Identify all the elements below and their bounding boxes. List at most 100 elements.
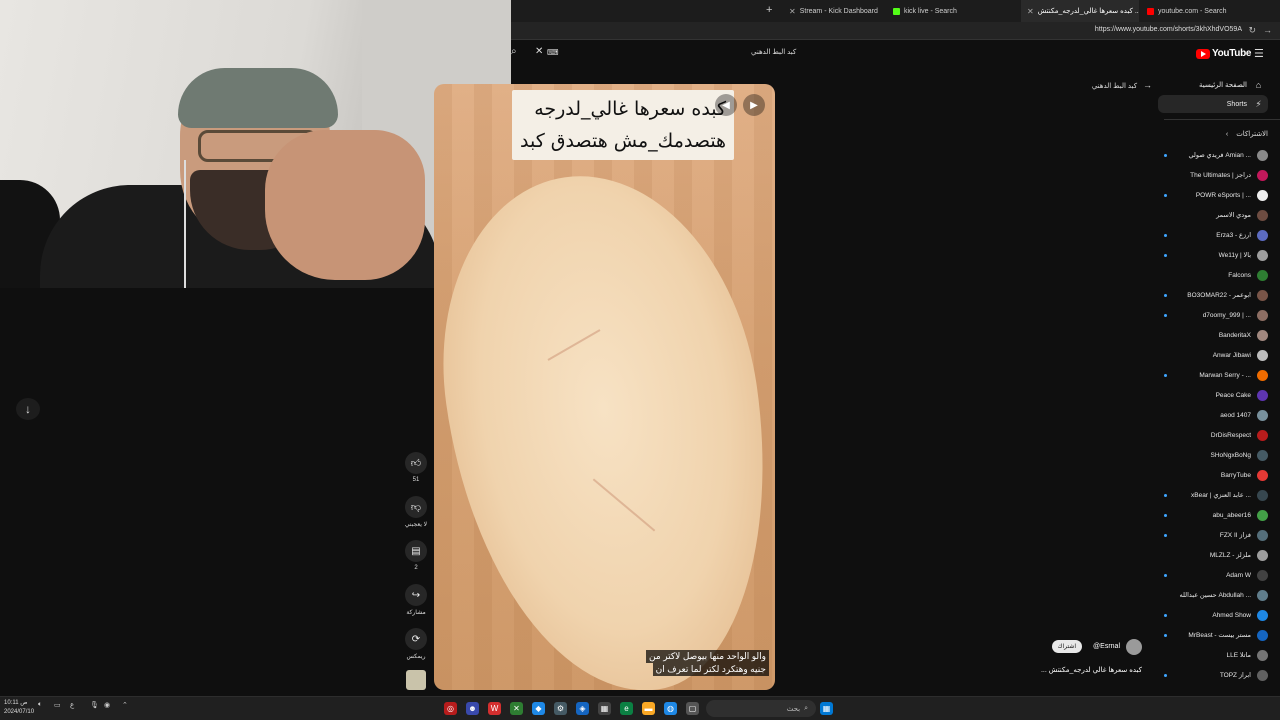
address-bar[interactable]: https://www.youtube.com/shorts/3khXhdVO5… xyxy=(511,22,1280,40)
subscription-item[interactable]: BanderitaX xyxy=(1160,328,1268,342)
subscription-item[interactable]: Anwar Jibawi xyxy=(1160,348,1268,362)
app-icon-chrome[interactable]: ◍ xyxy=(664,702,677,715)
sound-thumbnail[interactable] xyxy=(401,670,431,690)
tab-kick-dashboard[interactable]: ✕ Stream - Kick Dashboard xyxy=(783,0,884,22)
video-title[interactable]: كبده سعرها غالي لدرجه_مكنتش ... xyxy=(1041,666,1142,674)
subscription-item[interactable]: POWR eSports | ... xyxy=(1160,188,1268,202)
forward-icon[interactable]: → xyxy=(1263,25,1272,35)
app-icon-winrar[interactable]: W xyxy=(488,702,501,715)
caption-line-2: هتصدمك_مش هتصدق كبد xyxy=(520,130,727,152)
language-icon[interactable]: ع xyxy=(70,701,74,709)
channel-avatar-icon xyxy=(1257,529,1268,541)
subscription-item[interactable]: BarryTube xyxy=(1160,468,1268,482)
channel-avatar-icon xyxy=(1257,309,1268,321)
subscription-item[interactable]: aeod 1407 xyxy=(1160,408,1268,422)
sidebar-item-shorts[interactable]: Shorts ⚡ xyxy=(1158,95,1268,113)
remix-icon[interactable]: ⟳ xyxy=(405,628,427,650)
subscription-item[interactable]: LLE ماتلا xyxy=(1160,648,1268,662)
subscription-label: BO3OMAR22 - ابوعمر xyxy=(1187,292,1251,299)
app-icon-discord[interactable]: ☻ xyxy=(466,702,479,715)
subscription-item[interactable]: abu_abeer16 xyxy=(1160,508,1268,522)
keyboard-icon[interactable]: ⌨ xyxy=(547,48,559,57)
tab-close-icon[interactable]: ✕ xyxy=(1027,7,1034,16)
subscription-item[interactable]: MrBeast - مستر بيست xyxy=(1160,628,1268,642)
subscription-item[interactable]: فريدي صولي Amian ... xyxy=(1160,148,1268,162)
subscription-item[interactable]: The Ultimates | دراجز xyxy=(1160,168,1268,182)
live-dot-icon xyxy=(1164,613,1167,617)
remix-button[interactable]: ⟳ ريمكس xyxy=(401,628,431,660)
app-icon-shield[interactable]: ◆ xyxy=(532,702,545,715)
app-icon-store[interactable]: ▦ xyxy=(598,702,611,715)
short-video-player[interactable]: كبده سعرها غالي_لدرجه هتصدمك_مش هتصدق كب… xyxy=(434,84,775,690)
play-icon[interactable]: ▶ xyxy=(743,94,765,116)
tab-youtube-short[interactable]: ✕ كبده سعرها غالي_لدرجه_مكنتش ... xyxy=(1021,0,1139,22)
subscribe-button[interactable]: اشتراك xyxy=(1051,640,1082,653)
subscription-item[interactable]: d7oomy_999 | ... xyxy=(1160,308,1268,322)
subscription-label: FZX II فزاز xyxy=(1219,532,1251,539)
tab-kick-search[interactable]: kick live - Search xyxy=(887,0,963,22)
sidebar-item-home[interactable]: الصفحة الرئيسية ⌂ xyxy=(1158,76,1268,94)
new-tab-icon[interactable]: + xyxy=(766,4,772,16)
comment-icon[interactable]: ▤ xyxy=(405,540,427,562)
subscription-item[interactable]: FZX II فزاز xyxy=(1160,528,1268,542)
channel-avatar-icon xyxy=(1257,369,1268,381)
next-short-arrow-icon[interactable]: ↓ xyxy=(16,398,40,420)
subscription-label: MLZLZ - ملزلز xyxy=(1209,552,1251,559)
subscription-item[interactable]: Marwan Serry - ... xyxy=(1160,368,1268,382)
live-dot-icon xyxy=(1164,313,1167,317)
menu-icon[interactable]: ☰ xyxy=(1254,47,1264,60)
subscription-item[interactable]: Falcons xyxy=(1160,268,1268,282)
channel-name[interactable]: @Esrnal xyxy=(1093,643,1120,650)
app-icon-edge[interactable]: e xyxy=(620,702,633,715)
search-query-text[interactable]: كبد البط الدهني xyxy=(751,48,796,56)
reload-icon[interactable]: ↻ xyxy=(1248,25,1256,36)
subscriptions-header[interactable]: ‹ الاشتراكات xyxy=(1226,130,1268,138)
subscription-item[interactable]: حسين عبدالله Abdullah ... xyxy=(1160,588,1268,602)
search-icon[interactable]: ⌕ xyxy=(511,46,517,57)
subscription-item[interactable]: MLZLZ - ملزلز xyxy=(1160,548,1268,562)
youtube-logo[interactable]: YouTube xyxy=(1196,48,1252,59)
chevron-left-icon: ‹ xyxy=(1225,131,1229,138)
tab-youtube-search[interactable]: youtube.com - Search xyxy=(1141,0,1232,22)
sound-thumbnail-image[interactable] xyxy=(406,670,426,690)
channel-avatar[interactable] xyxy=(1126,639,1142,655)
chevron-up-icon[interactable]: ⌃ xyxy=(122,701,128,709)
app-icon-recorder[interactable]: ◎ xyxy=(444,702,457,715)
subscription-item[interactable]: BO3OMAR22 - ابوعمر xyxy=(1160,288,1268,302)
microphone-icon[interactable]: 🎙︎ xyxy=(90,701,99,709)
mute-icon[interactable]: ◀ xyxy=(715,94,737,116)
url-text[interactable]: https://www.youtube.com/shorts/3khXhdVO5… xyxy=(1095,26,1242,33)
subscription-item[interactable]: SHoNgxBoNg xyxy=(1160,448,1268,462)
network-icon[interactable]: ▭ xyxy=(54,701,61,709)
clear-search-icon[interactable]: ✕ xyxy=(535,46,543,57)
app-icon-settings[interactable]: ⚙ xyxy=(554,702,567,715)
back-to-search[interactable]: كبد البط الدهني → xyxy=(1092,80,1152,90)
subscription-item[interactable]: TOPZ ابراز xyxy=(1160,668,1268,682)
tab-close-icon[interactable]: ✕ xyxy=(789,7,796,16)
clock[interactable]: 10:11 ص 2024/07/10 xyxy=(4,699,34,717)
comments-button[interactable]: ▤ 2 xyxy=(401,540,431,571)
subscription-item[interactable]: Adam W xyxy=(1160,568,1268,582)
start-icon[interactable]: ▦ xyxy=(820,702,833,715)
subscription-item[interactable]: مودي الاسمر xyxy=(1160,208,1268,222)
subscription-item[interactable]: Ahmed Show xyxy=(1160,608,1268,622)
subscription-item[interactable]: xBear | عابد العنزي ... xyxy=(1160,488,1268,502)
taskbar-search[interactable]: بحث ⌕ xyxy=(706,700,816,717)
share-button[interactable]: ↪ مشاركة xyxy=(401,584,431,616)
speaker-icon[interactable]: 🔈︎ xyxy=(38,701,42,709)
camera-icon[interactable]: ◉ xyxy=(104,701,110,709)
app-icon-explorer[interactable]: ▬ xyxy=(642,702,655,715)
app-icon-xbox[interactable]: ✕ xyxy=(510,702,523,715)
thumbs-down-icon[interactable]: 👎︎ xyxy=(405,496,427,518)
live-dot-icon xyxy=(1164,673,1167,677)
like-button[interactable]: 👍︎ 51 xyxy=(401,452,431,483)
subscription-item[interactable]: Peace Cake xyxy=(1160,388,1268,402)
subscription-item[interactable]: DrDisRespect xyxy=(1160,428,1268,442)
subscription-item[interactable]: We11y | بالا xyxy=(1160,248,1268,262)
subscription-item[interactable]: Erza3 - ارزع xyxy=(1160,228,1268,242)
app-icon-task-view[interactable]: ▢ xyxy=(686,702,699,715)
dislike-button[interactable]: 👎︎ لا يعجبني xyxy=(401,496,431,528)
app-icon-vscode[interactable]: ◈ xyxy=(576,702,589,715)
thumbs-up-icon[interactable]: 👍︎ xyxy=(405,452,427,474)
share-icon[interactable]: ↪ xyxy=(405,584,427,606)
